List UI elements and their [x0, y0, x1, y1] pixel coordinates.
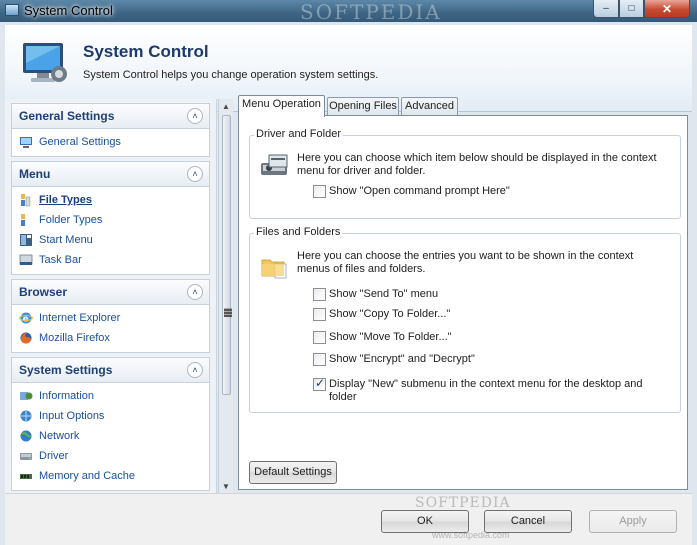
folder-types-icon	[21, 214, 25, 226]
sidebar-item-label: Task Bar	[39, 254, 82, 266]
group-title: Menu	[19, 167, 51, 181]
sidebar-item-mozilla-firefox[interactable]: Mozilla Firefox	[12, 328, 209, 348]
checkbox-label: Show "Move To Folder..."	[329, 331, 452, 343]
minimize-button[interactable]: –	[593, 0, 619, 18]
sidebar-item-start-menu[interactable]: Start Menu	[12, 230, 209, 250]
information-icon	[20, 392, 33, 400]
file-types-icon	[21, 194, 31, 207]
sidebar-group-general-settings: General Settings ˄ General Settings	[11, 103, 210, 157]
sidebar-item-label: Information	[39, 390, 95, 402]
checkbox-box[interactable]	[313, 353, 326, 366]
driver-icon	[20, 453, 32, 460]
tab-menu-operation[interactable]: Menu Operation	[238, 95, 325, 117]
sidebar-item-label: Folder Types	[39, 214, 103, 226]
sidebar-item-folder-types[interactable]: Folder Types	[12, 210, 209, 230]
dialog-button-bar: OK Cancel Apply	[5, 493, 692, 545]
drive-folder-icon	[261, 154, 288, 175]
start-menu-icon	[20, 234, 32, 246]
group-title: System Settings	[19, 363, 113, 377]
page-title: System Control	[83, 42, 209, 61]
title-bar[interactable]: System Control SOFTPEDIA – □ ✕	[0, 0, 697, 24]
group-header[interactable]: Menu ˄	[11, 161, 210, 186]
close-window-button[interactable]: ✕	[644, 0, 690, 18]
collapse-chevron-icon[interactable]: ˄	[187, 284, 203, 300]
sidebar-item-information[interactable]: Information	[12, 386, 209, 406]
sidebar-item-label: Network	[39, 430, 80, 442]
app-icon	[5, 4, 19, 16]
firefox-icon	[20, 332, 32, 344]
default-settings-button[interactable]: Default Settings	[249, 461, 337, 484]
memory-icon	[20, 474, 32, 479]
scroll-up-arrow-icon[interactable]: ▲	[222, 102, 230, 111]
collapse-chevron-icon[interactable]: ˄	[187, 108, 203, 124]
system-control-monitor-icon	[23, 43, 67, 82]
sidebar-group-browser: Browser ˄ e Internet Explorer Mozilla Fi…	[11, 279, 210, 353]
checkbox-box[interactable]	[313, 331, 326, 344]
checkbox-label: Show "Open command prompt Here"	[329, 185, 510, 197]
sidebar-item-general-settings[interactable]: General Settings	[12, 132, 209, 152]
sidebar-item-label: Memory and Cache	[39, 470, 135, 482]
bottom-watermark-url: www.softpedia.com	[432, 530, 510, 540]
scroll-down-arrow-icon[interactable]: ▼	[222, 482, 230, 491]
checkbox-box[interactable]	[313, 377, 326, 391]
files-folders-description: Here you can choose the entries you want…	[297, 250, 634, 275]
monitor-settings-icon	[20, 137, 32, 148]
checkbox-label: Display "New" submenu in the context men…	[329, 378, 643, 403]
network-globe-icon	[20, 430, 32, 442]
splitter-grip-icon[interactable]: ▬ ▬ ▬	[224, 305, 232, 319]
apply-button[interactable]: Apply	[589, 510, 677, 533]
checkbox-label: Show "Send To" menu	[329, 288, 439, 300]
sidebar-item-memory-and-cache[interactable]: Memory and Cache	[12, 466, 209, 486]
internet-explorer-icon: e	[19, 312, 33, 325]
taskbar-icon	[19, 254, 33, 265]
group-title: Browser	[19, 285, 68, 299]
sidebar-item-label: Input Options	[39, 410, 105, 422]
sidebar-item-label: Mozilla Firefox	[39, 332, 110, 344]
sidebar-item-file-types[interactable]: File Types	[12, 190, 209, 210]
tab-opening-files[interactable]: Opening Files	[327, 97, 399, 116]
scrollbar-thumb[interactable]	[222, 115, 231, 395]
driver-folder-description: Here you can choose which item below sho…	[297, 152, 657, 177]
window-title: System Control	[24, 3, 113, 18]
sidebar-item-driver[interactable]: Driver	[12, 446, 209, 466]
sidebar-item-label: General Settings	[39, 136, 121, 148]
sidebar-scrollbar[interactable]: ▲ ▬ ▬ ▬ ▼	[218, 99, 233, 493]
sidebar-item-input-options[interactable]: Input Options	[12, 406, 209, 426]
sidebar-item-internet-explorer[interactable]: e Internet Explorer	[12, 308, 209, 328]
sidebar-item-label: Driver	[39, 450, 69, 462]
group-header[interactable]: System Settings ˄	[11, 357, 210, 382]
sidebar-item-network[interactable]: Network	[12, 426, 209, 446]
group-title: General Settings	[19, 109, 115, 123]
group-header[interactable]: Browser ˄	[11, 279, 210, 304]
watermark: SOFTPEDIA	[300, 0, 442, 24]
tab-page-menu-operation: Driver and Folder Here you can choose wh…	[238, 115, 688, 490]
driver-folder-legend: Driver and Folder	[254, 128, 343, 140]
checkbox-box[interactable]	[313, 288, 326, 301]
sidebar-group-menu: Menu ˄ File Types Folder Types Start Men…	[11, 161, 210, 275]
folder-file-icon	[261, 259, 287, 279]
checkbox-box[interactable]	[313, 185, 326, 198]
sidebar-item-task-bar[interactable]: Task Bar	[12, 250, 209, 270]
maximize-button[interactable]: □	[619, 0, 644, 18]
sidebar-item-label: Internet Explorer	[39, 312, 121, 324]
page-description: System Control helps you change operatio…	[83, 69, 379, 81]
bottom-watermark: SOFTPEDIA	[415, 495, 511, 511]
input-options-icon	[20, 410, 32, 422]
sidebar-item-label: File Types	[39, 194, 92, 206]
collapse-chevron-icon[interactable]: ˄	[187, 166, 203, 182]
collapse-chevron-icon[interactable]: ˄	[187, 362, 203, 378]
sidebar: General Settings ˄ General Settings Menu…	[5, 99, 217, 493]
checkbox-label: Show "Copy To Folder..."	[329, 308, 451, 320]
group-header[interactable]: General Settings ˄	[11, 103, 210, 128]
sidebar-item-label: Start Menu	[39, 234, 93, 246]
tab-advanced[interactable]: Advanced	[401, 97, 458, 116]
checkbox-label: Show "Encrypt" and "Decrypt"	[329, 353, 475, 365]
checkbox-box[interactable]	[313, 308, 326, 321]
files-folders-legend: Files and Folders	[254, 226, 343, 238]
sidebar-group-system-settings: System Settings ˄ Information Input Opti…	[11, 357, 210, 491]
